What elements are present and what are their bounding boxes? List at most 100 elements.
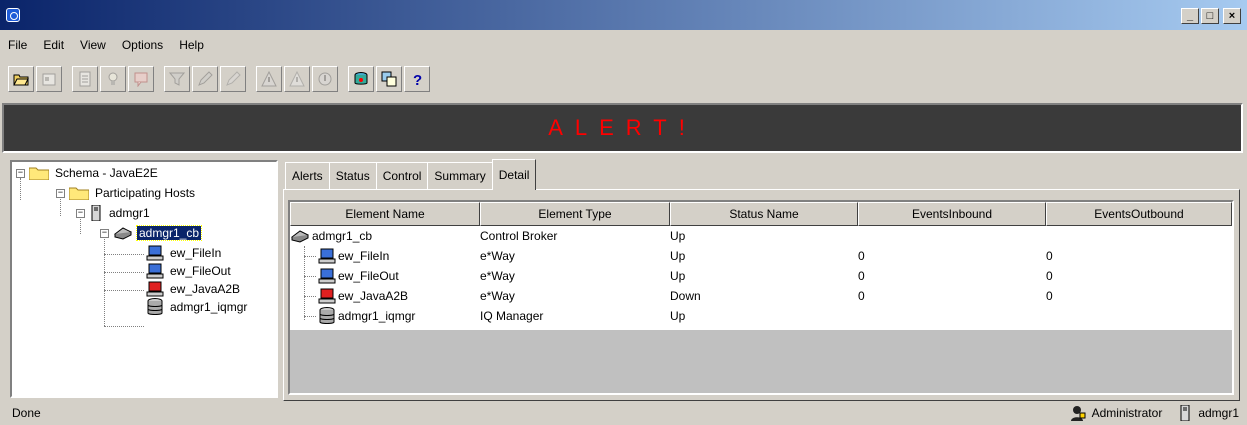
tree-item-host[interactable]: − admgr1 [76, 204, 152, 222]
cell-events-outbound: 0 [1046, 249, 1053, 263]
server-tower-icon [91, 205, 101, 221]
pencil-icon [198, 71, 213, 86]
cell-status-name: Up [670, 249, 686, 263]
tree-item-ew-filein[interactable]: ew_FileIn [146, 244, 223, 262]
toolbar: ? [8, 64, 432, 94]
filter-button[interactable] [164, 66, 190, 92]
table-row[interactable]: admgr1_iqmgr IQ Manager Up [290, 306, 1232, 326]
maximize-button[interactable]: □ [1201, 8, 1219, 24]
alert-warning-button[interactable] [256, 66, 282, 92]
question-mark-icon: ? [413, 72, 422, 87]
edit-pencil-button[interactable] [192, 66, 218, 92]
cell-events-inbound: 0 [858, 269, 865, 283]
close-button[interactable]: × [1223, 8, 1241, 24]
copy-windows-button[interactable] [376, 66, 402, 92]
tree-label-schema: Schema - JavaE2E [55, 166, 158, 180]
column-header-status-name[interactable]: Status Name [670, 202, 858, 226]
alert-info-button[interactable] [312, 66, 338, 92]
element-name-text: ew_FileOut [338, 269, 399, 283]
menu-bar: File Edit View Options Help [0, 34, 212, 56]
tab-alerts[interactable]: Alerts [285, 162, 330, 189]
open-folder-button[interactable] [8, 66, 34, 92]
menu-view[interactable]: View [72, 38, 114, 52]
idea-button[interactable] [100, 66, 126, 92]
tab-control[interactable]: Control [375, 162, 429, 189]
tab-summary[interactable]: Summary [427, 162, 493, 189]
table-row[interactable]: admgr1_cb Control Broker Up [290, 226, 1232, 246]
title-bar: _ □ × [0, 0, 1247, 30]
status-bar: Done Administrator admgr1 [0, 400, 1247, 425]
tree-connector [104, 234, 105, 326]
warning-triangle-icon [261, 71, 277, 87]
element-name-text: ew_FileIn [338, 249, 390, 263]
column-header-element-name[interactable]: Element Name [290, 202, 480, 226]
windows-icon [381, 71, 397, 87]
cell-events-outbound: 0 [1046, 269, 1053, 283]
tree-item-iqmgr[interactable]: admgr1_iqmgr [146, 298, 249, 316]
tree-label-broker: admgr1_cb [135, 225, 203, 241]
document-icon [79, 71, 91, 87]
element-name-text: admgr1_iqmgr [338, 309, 416, 323]
folder-icon [69, 187, 89, 200]
svg-text:?: ? [413, 72, 422, 87]
tree-item-ew-javaa2b[interactable]: ew_JavaA2B [146, 280, 242, 298]
info-circle-icon [318, 72, 332, 86]
window-controls: _ □ × [1181, 8, 1241, 24]
status-text: Done [12, 405, 41, 420]
edit-clear-button[interactable] [220, 66, 246, 92]
cell-events-outbound: 0 [1046, 289, 1053, 303]
table-row[interactable]: ew_FileIn e*Way Up 0 0 [290, 246, 1232, 266]
tree-label-hosts: Participating Hosts [95, 186, 196, 200]
tree-label-ew-fileout: ew_FileOut [170, 264, 231, 278]
status-right: Administrator admgr1 [1070, 404, 1239, 421]
status-host: admgr1 [1198, 405, 1239, 420]
schema-tree[interactable]: − Schema - JavaE2E − Participating Hosts… [10, 160, 278, 398]
column-header-element-type[interactable]: Element Type [480, 202, 670, 226]
help-button[interactable]: ? [404, 66, 430, 92]
tree-label-ew-filein: ew_FileIn [170, 246, 222, 260]
table-body: admgr1_cb Control Broker Up ew_FileIn e*… [290, 226, 1232, 330]
column-header-events-outbound[interactable]: EventsOutbound [1046, 202, 1232, 226]
tab-detail[interactable]: Detail [491, 159, 537, 190]
status-user: Administrator [1091, 405, 1163, 420]
cell-element-type: e*Way [480, 269, 515, 283]
column-header-events-inbound[interactable]: EventsInbound [858, 202, 1046, 226]
cell-status-name: Up [670, 269, 686, 283]
alert-caution-button[interactable] [284, 66, 310, 92]
collapse-toggle-icon[interactable]: − [16, 168, 25, 178]
open-folder-icon [13, 74, 29, 86]
minimize-button[interactable]: _ [1181, 8, 1199, 24]
cell-status-name: Up [670, 229, 686, 243]
eway-computer-icon [146, 263, 164, 279]
cell-element-name: admgr1_iqmgr [290, 307, 480, 325]
menu-help[interactable]: Help [171, 38, 212, 52]
eway-computer-icon [318, 268, 336, 284]
tree-item-ew-fileout[interactable]: ew_FileOut [146, 262, 233, 280]
app-icon[interactable] [6, 8, 20, 22]
alert-banner: ALERT! [2, 103, 1243, 153]
menu-file[interactable]: File [0, 38, 35, 52]
document-button[interactable] [72, 66, 98, 92]
menu-options[interactable]: Options [114, 38, 171, 52]
tree-item-participating-hosts[interactable]: − Participating Hosts [56, 184, 197, 202]
tree-item-broker[interactable]: − admgr1_cb [100, 224, 203, 242]
element-name-text: ew_JavaA2B [338, 289, 409, 303]
cell-element-type: e*Way [480, 289, 515, 303]
tree-item-schema[interactable]: − Schema - JavaE2E [16, 164, 160, 182]
message-button[interactable] [128, 66, 154, 92]
cell-element-name: ew_JavaA2B [290, 288, 480, 304]
tab-status[interactable]: Status [328, 162, 377, 189]
eway-down-icon [318, 288, 336, 304]
table-row[interactable]: ew_JavaA2B e*Way Down 0 0 [290, 286, 1232, 306]
cell-status-name: Down [670, 289, 701, 303]
cell-element-type: e*Way [480, 249, 515, 263]
table-row[interactable]: ew_FileOut e*Way Up 0 0 [290, 266, 1232, 286]
collapse-toggle-icon[interactable]: − [100, 228, 109, 238]
database-button[interactable] [348, 66, 374, 92]
collapse-toggle-icon[interactable]: − [76, 208, 85, 218]
menu-edit[interactable]: Edit [35, 38, 72, 52]
collapse-toggle-icon[interactable]: − [56, 188, 65, 198]
cell-status-name: Up [670, 309, 686, 323]
properties-button[interactable] [36, 66, 62, 92]
cell-element-type: Control Broker [480, 229, 558, 243]
